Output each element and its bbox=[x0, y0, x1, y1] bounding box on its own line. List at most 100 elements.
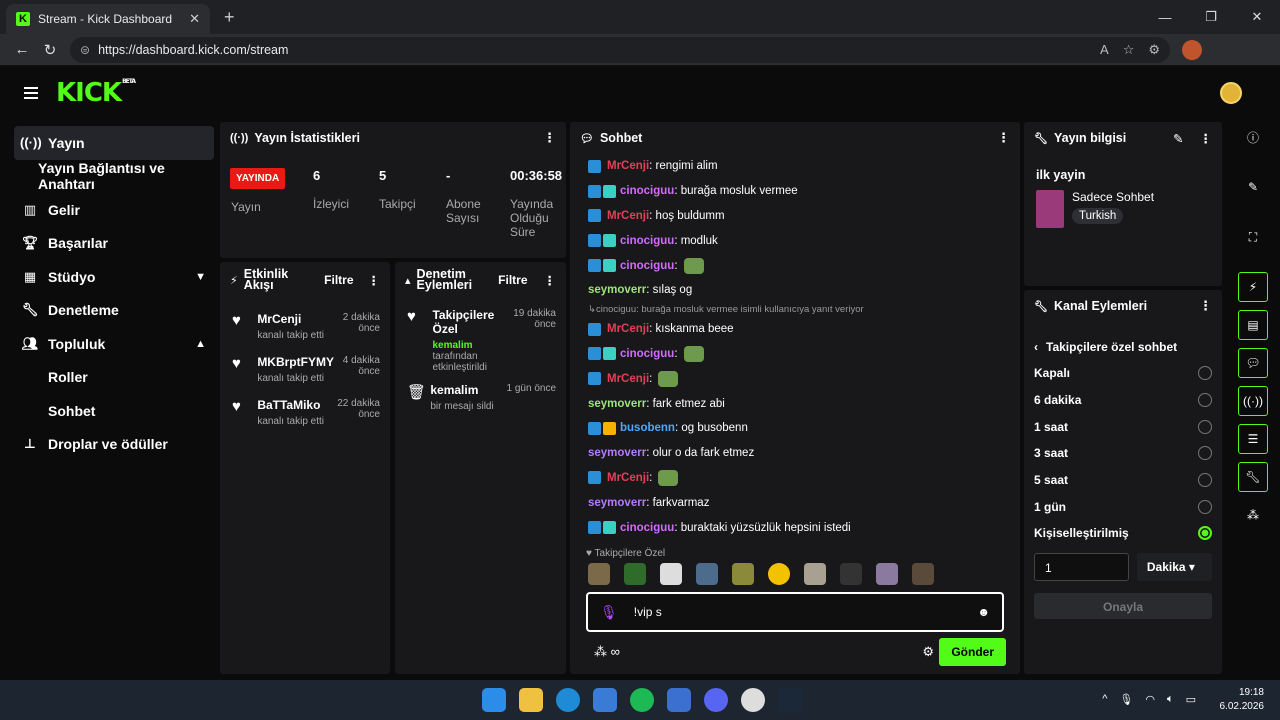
more-options-icon[interactable]: ⋮ bbox=[368, 273, 381, 288]
read-aloud-icon[interactable]: A bbox=[1100, 42, 1109, 58]
fullscreen-icon[interactable]: ⛶ bbox=[1238, 222, 1268, 252]
slow-mode-option[interactable]: 6 dakika bbox=[1024, 387, 1222, 414]
moderation-user[interactable]: kemalim bbox=[432, 340, 472, 351]
chat-username[interactable]: cinociguu bbox=[620, 235, 674, 247]
category-thumbnail[interactable] bbox=[1036, 190, 1064, 228]
back-row[interactable]: ‹ Takipçilere özel sohbet bbox=[1024, 322, 1222, 360]
store-icon[interactable] bbox=[593, 688, 617, 712]
send-button[interactable]: Gönder bbox=[939, 638, 1006, 666]
unit-select[interactable]: Dakika ▾ bbox=[1136, 552, 1212, 581]
emote-icon[interactable] bbox=[912, 563, 934, 585]
back-icon[interactable]: ← bbox=[8, 41, 36, 58]
radio-button[interactable] bbox=[1198, 446, 1212, 461]
more-options-icon[interactable]: ⋮ bbox=[543, 130, 556, 146]
steam-icon[interactable] bbox=[778, 688, 802, 712]
document-icon[interactable]: ▤ bbox=[1238, 310, 1268, 340]
browser-tab[interactable]: K Stream - Kick Dashboard ✕ bbox=[6, 4, 210, 34]
kick-points-icon[interactable]: ⁂ bbox=[1238, 500, 1268, 530]
lightning-icon[interactable]: ⚡︎ bbox=[1238, 272, 1268, 302]
chat-username[interactable]: MrCenji bbox=[607, 373, 649, 385]
chat-username[interactable]: seymoverr bbox=[588, 447, 646, 459]
emote-icon[interactable] bbox=[624, 563, 646, 585]
sidebar-item-sohbet[interactable]: Sohbet bbox=[14, 394, 214, 428]
more-options-icon[interactable]: ⋮ bbox=[1200, 131, 1213, 146]
chevron-up-icon[interactable]: ^ bbox=[1102, 693, 1107, 706]
close-window-icon[interactable]: ✕ bbox=[1234, 0, 1280, 34]
slow-mode-option[interactable]: 1 saat bbox=[1024, 413, 1222, 440]
activity-user[interactable]: MrCenji bbox=[257, 312, 335, 326]
discord-icon[interactable] bbox=[704, 688, 728, 712]
chat-username[interactable]: MrCenji bbox=[607, 472, 649, 484]
chat-username[interactable]: seymoverr bbox=[588, 398, 646, 410]
extensions-icon[interactable]: ⚙ bbox=[1148, 42, 1160, 58]
chat-username[interactable]: cinociguu bbox=[620, 348, 674, 360]
radio-button[interactable] bbox=[1198, 366, 1212, 381]
chat-username[interactable]: MrCenji bbox=[607, 323, 649, 335]
minimize-icon[interactable]: — bbox=[1142, 0, 1188, 34]
slow-mode-option[interactable]: 3 saat bbox=[1024, 440, 1222, 467]
radio-button[interactable] bbox=[1198, 393, 1212, 408]
chat-username[interactable]: cinociguu bbox=[620, 522, 674, 534]
sidebar-item-topluluk[interactable]: 👥︎ Topluluk ▲ bbox=[14, 327, 214, 361]
emote-icon[interactable] bbox=[876, 563, 898, 585]
file-explorer-icon[interactable] bbox=[519, 688, 543, 712]
more-options-icon[interactable]: ⋮ bbox=[997, 130, 1010, 146]
radio-button[interactable] bbox=[1198, 526, 1212, 541]
moderation-item-title[interactable]: kemalim bbox=[430, 383, 502, 397]
edit-pencil-icon[interactable]: ✎ bbox=[1173, 131, 1183, 146]
emote-icon[interactable] bbox=[732, 563, 754, 585]
maximize-icon[interactable]: ❐ bbox=[1188, 0, 1234, 34]
slow-mode-option[interactable]: Kapalı bbox=[1024, 360, 1222, 387]
sidebar-item-denetleme[interactable]: 🔧︎ Denetleme bbox=[14, 294, 214, 328]
sidebar-item-stream-key[interactable]: Yayın Bağlantısı ve Anahtarı bbox=[14, 160, 214, 194]
more-options-icon[interactable]: ⋮ bbox=[1199, 298, 1212, 314]
emote-icon[interactable] bbox=[588, 563, 610, 585]
chat-username[interactable]: cinociguu bbox=[620, 185, 674, 197]
edge-browser-icon[interactable] bbox=[556, 688, 580, 712]
emote-icon[interactable] bbox=[768, 563, 790, 585]
sidebar-item-basarilar[interactable]: 🏆︎ Başarılar bbox=[14, 227, 214, 261]
chat-username[interactable]: busobenn bbox=[620, 422, 675, 434]
slow-mode-option[interactable]: Kişiselleştirilmiş bbox=[1024, 520, 1222, 547]
kick-points-icon[interactable]: ⁂ ∞ bbox=[594, 644, 620, 660]
emote-icon[interactable] bbox=[804, 563, 826, 585]
microphone-icon[interactable]: 🎙︎ bbox=[600, 604, 618, 621]
more-options-icon[interactable]: ⋮ bbox=[544, 273, 557, 288]
slow-mode-option[interactable]: 5 saat bbox=[1024, 467, 1222, 494]
activity-user[interactable]: BaTTaMiko bbox=[257, 398, 335, 412]
chat-input[interactable]: 🎙︎ !vip s ☻ bbox=[586, 592, 1004, 632]
wrench-icon[interactable]: 🔧︎ bbox=[1238, 462, 1268, 492]
chevron-left-icon[interactable]: ‹ bbox=[1034, 340, 1038, 354]
chat-username[interactable]: seymoverr bbox=[588, 284, 646, 296]
favorite-star-icon[interactable]: ☆ bbox=[1123, 42, 1135, 58]
emote-icon[interactable] bbox=[660, 563, 682, 585]
emote-icon[interactable] bbox=[840, 563, 862, 585]
chat-icon[interactable]: 💬︎ bbox=[1238, 348, 1268, 378]
slow-mode-option[interactable]: 1 gün bbox=[1024, 493, 1222, 520]
close-tab-icon[interactable]: ✕ bbox=[189, 11, 200, 27]
site-info-icon[interactable]: ⊜ bbox=[80, 43, 90, 57]
moderation-filter-button[interactable]: Filtre bbox=[498, 273, 527, 287]
stack-icon[interactable]: ☰ bbox=[1238, 424, 1268, 454]
wifi-icon[interactable]: ◠ bbox=[1145, 693, 1155, 706]
confirm-button[interactable]: Onayla bbox=[1034, 592, 1212, 619]
chevron-down-icon[interactable]: ▼ bbox=[195, 271, 206, 283]
edit-pencil-icon[interactable]: ✎ bbox=[1238, 172, 1268, 202]
battery-icon[interactable]: ▭ bbox=[1186, 693, 1196, 706]
broadcast-icon[interactable]: ((·)) bbox=[1238, 386, 1268, 416]
chat-username[interactable]: seymoverr bbox=[588, 497, 646, 509]
chevron-up-icon[interactable]: ▲ bbox=[195, 338, 206, 350]
radio-button[interactable] bbox=[1198, 499, 1212, 514]
url-field[interactable]: ⊜ https://dashboard.kick.com/stream A ☆ … bbox=[70, 36, 1170, 63]
new-tab-icon[interactable]: + bbox=[224, 7, 235, 28]
settings-gear-icon[interactable]: ⚙ bbox=[922, 644, 934, 660]
windows-start-icon[interactable] bbox=[482, 688, 506, 712]
obs-icon[interactable] bbox=[741, 688, 765, 712]
profile-avatar[interactable] bbox=[1182, 39, 1202, 60]
emote-icon[interactable] bbox=[696, 563, 718, 585]
reload-icon[interactable]: ↻ bbox=[36, 41, 64, 59]
activity-filter-button[interactable]: Filtre bbox=[324, 273, 353, 287]
chat-username[interactable]: MrCenji bbox=[607, 210, 649, 222]
sidebar-item-droplar[interactable]: ⊥ Droplar ve ödüller bbox=[14, 428, 214, 462]
volume-icon[interactable]: 🔈︎ bbox=[1167, 693, 1174, 706]
